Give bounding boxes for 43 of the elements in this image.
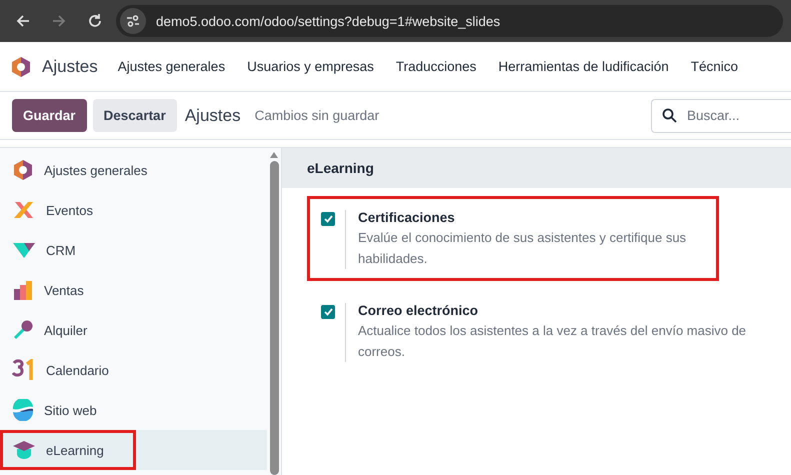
globe-icon (12, 399, 34, 421)
menu-item[interactable]: Técnico (690, 59, 738, 74)
sidebar-item[interactable]: eLearning (0, 430, 267, 470)
app-logo-icon[interactable] (10, 56, 32, 78)
sidebar-item[interactable]: Ventas (0, 270, 267, 310)
sidebar-item[interactable]: CRM (0, 230, 267, 270)
sidebar-item[interactable]: Ajustes generales (0, 150, 267, 190)
menu-item[interactable]: Ajustes generales (118, 59, 226, 74)
setting-title: Correo electrónico (358, 303, 480, 318)
checkbox[interactable] (321, 212, 335, 226)
search-field[interactable]: Buscar... (651, 98, 791, 132)
calendar-number-icon (12, 359, 36, 381)
app-name[interactable]: Ajustes (42, 56, 98, 76)
checkbox[interactable] (321, 305, 335, 319)
sidebar-item[interactable]: Calendario (0, 350, 267, 390)
menu-item[interactable]: Usuarios y empresas (247, 59, 374, 74)
discard-button[interactable]: Descartar (92, 99, 177, 132)
forward-arrow-icon (51, 13, 67, 29)
scroll-up-icon[interactable] (270, 152, 278, 158)
address-bar[interactable]: demo5.odoo.com/odoo/settings?debug=1#website_slides (116, 5, 783, 37)
hexagon-icon (12, 159, 34, 181)
bar-chart-icon (12, 279, 34, 301)
sidebar-item[interactable]: Alquiler (0, 310, 267, 350)
page-title: Ajustes (184, 106, 241, 126)
url-text: demo5.odoo.com/odoo/settings?debug=1#website_slides (156, 14, 500, 28)
section-title: eLearning (307, 160, 374, 176)
key-icon (12, 319, 34, 341)
back-arrow-icon (15, 13, 31, 29)
setting-title: Certificaciones (358, 210, 456, 225)
graduation-cap-icon (12, 439, 36, 461)
unsaved-status: Cambios sin guardar (254, 108, 380, 123)
menu-item[interactable]: Herramientas de ludificación (498, 59, 669, 74)
setting-description: Actualice todos los asistentes a la vez a través del envío masivo de correos. (358, 322, 748, 361)
sidebar-item[interactable]: Sitio web (0, 390, 267, 430)
scrollbar-thumb[interactable] (270, 161, 278, 475)
site-settings-icon[interactable] (120, 8, 146, 34)
cross-icon (12, 200, 36, 220)
menu-item[interactable]: Traducciones (396, 59, 476, 74)
sidebar-item[interactable]: Eventos (0, 190, 267, 230)
reload-icon (87, 13, 103, 29)
save-button[interactable]: Guardar (12, 99, 87, 132)
setting-description: Evalúe el conocimiento de sus asistentes y certifique sus habilidades. (358, 229, 688, 268)
search-icon (662, 108, 677, 123)
